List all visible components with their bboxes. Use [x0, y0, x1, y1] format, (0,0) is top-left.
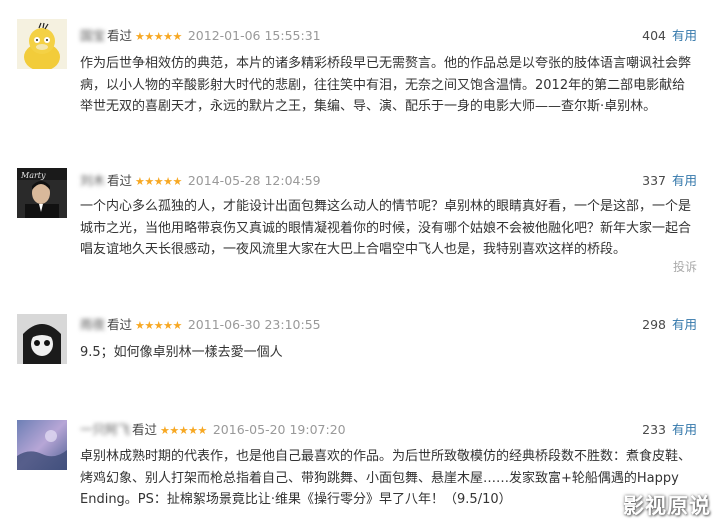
report-link[interactable]: 投诉 [673, 258, 697, 275]
rating-stars: ★★★★★ [135, 30, 182, 43]
vote-area: 298 有用 [642, 315, 697, 335]
review-meta: 雨夜 看过 ★★★★★ 2011-06-30 23:10:55 [80, 315, 321, 335]
avatar[interactable] [17, 19, 67, 69]
review-content: 一个内心多么孤独的人，才能设计出面包舞这么动人的情节呢？卓别林的眼睛真好看，一个… [80, 199, 692, 257]
rating-stars: ★★★★★ [135, 319, 182, 332]
review-meta: 国宝 看过 ★★★★★ 2012-01-06 15:55:31 [80, 26, 321, 46]
review-time: 2014-05-28 12:04:59 [187, 173, 321, 188]
vote-count: 233 [642, 422, 666, 437]
review-content: 9.5；如何像卓别林一樣去愛一個人 [80, 345, 283, 360]
review-content: 卓别林成熟时期的代表作，也是他自己最喜欢的作品。为后世所致敬模仿的经典桥段数不胜… [80, 449, 692, 507]
review-time: 2016-05-20 19:07:20 [212, 422, 346, 437]
vote-area: 233 有用 [642, 420, 697, 440]
username-link[interactable]: 国宝 [80, 26, 105, 46]
vote-area: 404 有用 [642, 26, 697, 46]
vote-count: 337 [642, 173, 666, 188]
rating-stars: ★★★★★ [160, 424, 207, 437]
review-content: 作为后世争相效仿的典范，本片的诸多精彩桥段早已无需赘言。他的作品总是以夸张的肢体… [80, 56, 692, 114]
review-time: 2012-01-06 15:55:31 [187, 28, 321, 43]
useful-button[interactable]: 有用 [672, 317, 697, 332]
watermark-text: 影视原说 [623, 494, 711, 518]
review-time: 2011-06-30 23:10:55 [187, 317, 321, 332]
review-meta: 一只阿飞 看过 ★★★★★ 2016-05-20 19:07:20 [80, 420, 346, 440]
watched-status: 看过 [107, 28, 133, 43]
vote-count: 298 [642, 317, 666, 332]
watched-status: 看过 [132, 422, 158, 437]
watched-status: 看过 [107, 173, 133, 188]
watched-status: 看过 [107, 317, 133, 332]
useful-button[interactable]: 有用 [672, 173, 697, 188]
username-link[interactable]: 刘木 [80, 171, 105, 191]
avatar[interactable] [17, 420, 67, 470]
username-link[interactable]: 雨夜 [80, 315, 105, 335]
username-link[interactable]: 一只阿飞 [80, 420, 130, 440]
vote-area: 337 有用 [642, 171, 697, 191]
avatar[interactable]: Marty [17, 168, 67, 218]
rating-stars: ★★★★★ [135, 175, 182, 188]
vote-count: 404 [642, 28, 666, 43]
useful-button[interactable]: 有用 [672, 28, 697, 43]
useful-button[interactable]: 有用 [672, 422, 697, 437]
review-meta: 刘木 看过 ★★★★★ 2014-05-28 12:04:59 [80, 171, 321, 191]
avatar[interactable] [17, 314, 67, 364]
svg-text:Marty: Marty [20, 171, 46, 180]
